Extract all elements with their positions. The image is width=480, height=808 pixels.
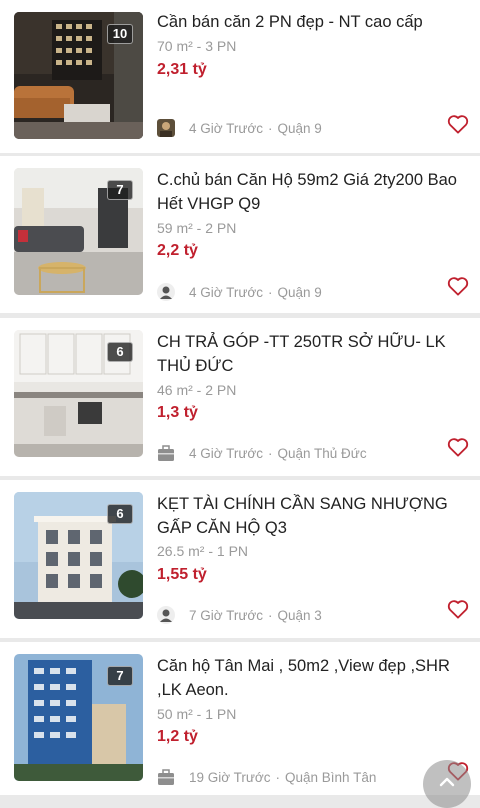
heart-icon[interactable] — [447, 599, 469, 619]
default-avatar-icon — [157, 606, 175, 624]
listing-meta: 7 Giờ Trước · Quận 3 — [157, 605, 322, 625]
listing-title[interactable]: C.chủ bán Căn Hộ 59m2 Giá 2ty200 Bao Hết… — [157, 168, 469, 216]
heart-icon[interactable] — [447, 437, 469, 457]
listing-district: Quận Bình Tân — [285, 769, 377, 785]
photo-count-badge: 10 — [107, 24, 133, 44]
meta-separator: · — [268, 445, 273, 461]
listing-time: 7 Giờ Trước — [189, 607, 263, 623]
listing-district: Quận 9 — [277, 120, 322, 136]
meta-separator: · — [275, 769, 281, 785]
listing-spec: 70 m² - 3 PN — [157, 38, 237, 54]
listing-meta: 4 Giờ Trước · Quận 9 — [157, 118, 322, 138]
listing-price: 1,55 tỷ — [157, 566, 207, 583]
listing-spec: 46 m² - 2 PN — [157, 382, 237, 398]
listing-time: 19 Giờ Trước — [189, 769, 271, 785]
heart-icon[interactable] — [447, 114, 469, 134]
listing-card[interactable]: 6 CH TRẢ GÓP -TT 250TR SỞ HỮU- LK THỦ ĐỨ… — [0, 318, 480, 476]
listing-district: Quận 3 — [277, 607, 322, 623]
photo-count-badge: 7 — [107, 180, 133, 200]
default-avatar-icon — [157, 283, 175, 301]
listing-spec: 50 m² - 1 PN — [157, 706, 237, 722]
listing-card[interactable]: 7 Căn hộ Tân Mai , 50m2 ,View đẹp ,SHR ,… — [0, 642, 480, 795]
listing-time: 4 Giờ Trước — [189, 445, 263, 461]
heart-icon[interactable] — [447, 276, 469, 296]
listing-time: 4 Giờ Trước — [189, 284, 263, 300]
user-photo-avatar-icon — [157, 119, 175, 137]
listing-price: 2,31 tỷ — [157, 61, 207, 78]
shop-icon — [157, 444, 175, 462]
listing-price: 2,2 tỷ — [157, 242, 198, 259]
listing-meta: 4 Giờ Trước · Quận Thủ Đức — [157, 443, 367, 463]
listing-photo[interactable]: 6 — [14, 330, 143, 457]
listing-card[interactable]: 10 Cần bán căn 2 PN đẹp - NT cao cấp 70 … — [0, 0, 480, 153]
photo-count-badge: 6 — [107, 504, 133, 524]
listing-meta: 4 Giờ Trước · Quận 9 — [157, 282, 322, 302]
photo-count-badge: 6 — [107, 342, 133, 362]
meta-separator: · — [268, 284, 273, 300]
listing-photo[interactable]: 7 — [14, 654, 143, 781]
listing-photo[interactable]: 7 — [14, 168, 143, 295]
listing-meta: 19 Giờ Trước · Quận Bình Tân — [157, 767, 376, 787]
listing-title[interactable]: Cần bán căn 2 PN đẹp - NT cao cấp — [157, 10, 469, 34]
meta-separator: · — [268, 120, 273, 136]
listing-time: 4 Giờ Trước — [189, 120, 263, 136]
meta-separator: · — [268, 607, 273, 623]
listing-card[interactable]: 7 C.chủ bán Căn Hộ 59m2 Giá 2ty200 Bao H… — [0, 156, 480, 313]
scroll-to-top-button[interactable] — [423, 760, 471, 808]
chevron-up-icon — [439, 777, 455, 787]
listing-spec: 59 m² - 2 PN — [157, 220, 237, 236]
listing-price: 1,3 tỷ — [157, 404, 198, 421]
listing-photo[interactable]: 6 — [14, 492, 143, 619]
listing-title[interactable]: Căn hộ Tân Mai , 50m2 ,View đẹp ,SHR ,LK… — [157, 654, 469, 702]
listing-photo[interactable]: 10 — [14, 12, 143, 139]
listing-title[interactable]: CH TRẢ GÓP -TT 250TR SỞ HỮU- LK THỦ ĐỨC — [157, 330, 469, 378]
listing-card[interactable]: 6 KẸT TÀI CHÍNH CẦN SANG NHƯỢNG GẤP CĂN … — [0, 480, 480, 638]
listing-title[interactable]: KẸT TÀI CHÍNH CẦN SANG NHƯỢNG GẤP CĂN HỘ… — [157, 492, 469, 540]
listing-district: Quận Thủ Đức — [277, 445, 367, 461]
listing-spec: 26.5 m² - 1 PN — [157, 543, 249, 559]
listing-price: 1,2 tỷ — [157, 728, 198, 745]
listing-district: Quận 9 — [277, 284, 322, 300]
photo-count-badge: 7 — [107, 666, 133, 686]
shop-icon — [157, 768, 175, 786]
